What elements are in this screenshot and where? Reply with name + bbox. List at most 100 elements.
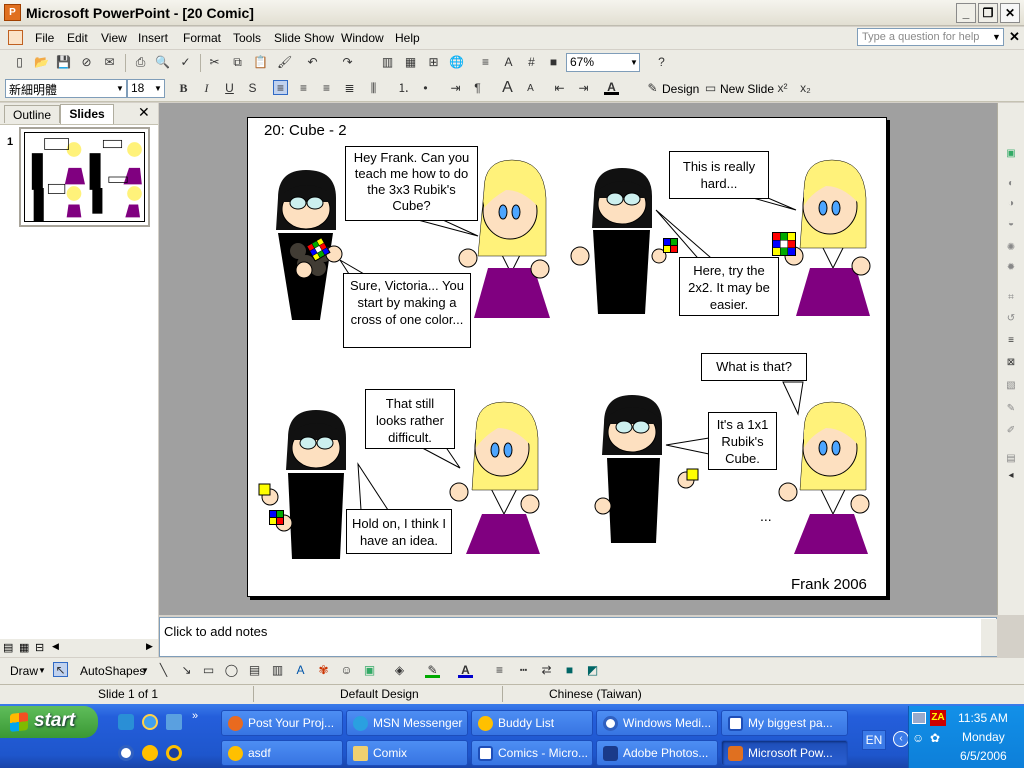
bold-icon[interactable]: B xyxy=(176,81,191,96)
language-indicator[interactable]: EN xyxy=(862,730,886,750)
fill-color-icon[interactable]: ◈ xyxy=(392,663,407,678)
media-player-icon[interactable] xyxy=(118,745,134,761)
task-button-active[interactable]: Microsoft Pow... xyxy=(721,740,848,766)
tab-slides[interactable]: Slides xyxy=(60,104,114,124)
print-icon[interactable]: ⎙ xyxy=(133,55,148,70)
task-button[interactable]: Comics - Micro... xyxy=(471,740,593,766)
close-pane-icon[interactable]: ✕ xyxy=(138,104,150,121)
menu-help[interactable]: Help xyxy=(390,30,425,46)
font-dropdown-icon[interactable]: ▼ xyxy=(115,80,125,97)
hyperlink-icon[interactable]: 🌐 xyxy=(449,55,464,70)
line-style-icon[interactable]: ≡ xyxy=(1003,335,1019,349)
increase-font-icon[interactable]: A xyxy=(500,80,515,96)
quick-launch-more-icon[interactable]: » xyxy=(192,710,198,722)
speech-bubble[interactable]: This is really hard... xyxy=(669,151,769,199)
task-button[interactable]: asdf xyxy=(221,740,343,766)
crop-tool-icon[interactable]: ⌗ xyxy=(1003,292,1019,306)
font-color-icon[interactable]: A xyxy=(604,80,619,95)
color-grayscale-icon[interactable]: ■ xyxy=(546,55,561,70)
justify-icon[interactable]: ≣ xyxy=(342,81,357,96)
format-painter-icon[interactable]: 🖌 xyxy=(277,55,292,70)
expand-all-icon[interactable]: ≡ xyxy=(478,55,493,70)
normal-view-icon[interactable]: ▤ xyxy=(3,641,13,654)
align-center-icon[interactable]: ≡ xyxy=(296,81,311,96)
document-close-icon[interactable]: ✕ xyxy=(1009,29,1020,45)
numbering-icon[interactable]: ⒈ xyxy=(396,81,411,96)
slide-show-icon[interactable]: ⊟ xyxy=(35,641,44,654)
line-style-draw-icon[interactable]: ≡ xyxy=(492,663,507,678)
clock-day[interactable]: Monday xyxy=(962,730,1005,744)
distribute-icon[interactable]: ⫼ xyxy=(366,81,381,96)
buddy-icon[interactable] xyxy=(166,745,182,761)
dash-style-icon[interactable]: ┅ xyxy=(516,663,531,678)
show-desktop-icon[interactable] xyxy=(118,714,134,730)
vertical-text-box-icon[interactable]: ▥ xyxy=(270,663,285,678)
new-icon[interactable]: ▯ xyxy=(12,55,27,70)
text-direction-icon[interactable]: ⇥ xyxy=(448,81,463,96)
picture-icon[interactable]: ▣ xyxy=(1003,148,1019,162)
diagram-icon[interactable]: ✾ xyxy=(316,663,331,678)
zoom-dropdown-icon[interactable]: ▼ xyxy=(629,54,639,71)
task-button[interactable]: Windows Medi... xyxy=(596,710,718,736)
autoshapes-menu-button[interactable]: AutoShapes xyxy=(80,664,145,678)
task-button[interactable]: Comix xyxy=(346,740,468,766)
email-icon[interactable]: ✉ xyxy=(102,55,117,70)
speech-bubble[interactable]: Here, try the 2x2. It may be easier. xyxy=(679,257,779,316)
speech-bubble[interactable]: That still looks rather difficult. xyxy=(365,389,455,449)
recolor-icon[interactable]: ▧ xyxy=(1003,380,1019,394)
menu-tools[interactable]: Tools xyxy=(228,30,266,46)
new-slide-button[interactable]: New Slide xyxy=(720,82,774,96)
cut-icon[interactable]: ✂ xyxy=(207,55,222,70)
wordart-icon[interactable]: A xyxy=(293,663,308,678)
close-button[interactable]: ✕ xyxy=(1000,3,1020,23)
task-button[interactable]: Adobe Photos... xyxy=(596,740,718,766)
more-contrast-icon[interactable]: ◒ xyxy=(1003,218,1019,232)
draw-dropdown-icon[interactable]: ▼ xyxy=(38,666,46,675)
messenger-tray-icon[interactable]: ☺ xyxy=(912,731,924,745)
show-formatting-icon[interactable]: A xyxy=(501,55,516,70)
bullets-icon[interactable]: • xyxy=(418,81,433,96)
powerpoint-app-icon[interactable]: P xyxy=(4,4,21,21)
design-icon[interactable]: ✎ xyxy=(645,81,660,96)
superscript-icon[interactable]: x² xyxy=(775,81,790,96)
clock-date[interactable]: 6/5/2006 xyxy=(960,749,1007,763)
oval-icon[interactable]: ◯ xyxy=(224,663,239,678)
draw-menu-button[interactable]: Draw xyxy=(10,664,38,678)
text-box-icon[interactable]: ▤ xyxy=(247,663,262,678)
font-size-dropdown-icon[interactable]: ▼ xyxy=(153,80,163,97)
help-icon[interactable]: ? xyxy=(654,55,669,70)
select-pointer-icon[interactable]: ↖ xyxy=(53,662,68,677)
arrow-icon[interactable]: ↘ xyxy=(179,663,194,678)
speech-bubble[interactable]: It's a 1x1 Rubik's Cube. xyxy=(708,412,777,470)
menu-slide-show[interactable]: Slide Show xyxy=(269,30,339,46)
chevron-left-icon[interactable]: ◂ xyxy=(1003,470,1019,484)
slide-sorter-icon[interactable]: ▦ xyxy=(19,641,29,654)
scroll-left-icon[interactable]: ◀ xyxy=(52,641,59,652)
brightness-icon[interactable]: ✺ xyxy=(1003,242,1019,256)
network-icon[interactable] xyxy=(912,712,926,724)
tray-app-icon[interactable]: ✿ xyxy=(930,731,940,745)
increase-indent-icon[interactable]: ⇥ xyxy=(576,81,591,96)
print-preview-icon[interactable]: 🔍 xyxy=(155,55,170,70)
format-picture-icon[interactable]: ✎ xyxy=(1003,403,1019,417)
notes-scrollbar[interactable] xyxy=(981,619,997,656)
slide-footer[interactable]: Frank 2006 xyxy=(791,576,867,593)
quick-launch-icon[interactable] xyxy=(166,714,182,730)
shadow-style-icon[interactable]: ■ xyxy=(562,663,577,678)
undo-icon[interactable]: ↶ xyxy=(305,55,320,70)
redo-icon[interactable]: ↷ xyxy=(340,55,355,70)
font-select[interactable]: 新細明體 xyxy=(5,79,127,98)
menu-format[interactable]: Format xyxy=(178,30,226,46)
task-button[interactable]: Buddy List xyxy=(471,710,593,736)
insert-chart-icon[interactable]: ▥ xyxy=(380,55,395,70)
menu-view[interactable]: View xyxy=(96,30,132,46)
task-button[interactable]: Post Your Proj... xyxy=(221,710,343,736)
speech-bubble[interactable]: What is that? xyxy=(701,353,807,381)
menu-window[interactable]: Window xyxy=(336,30,389,46)
insert-table-icon[interactable]: ▦ xyxy=(403,55,418,70)
align-right-icon[interactable]: ≡ xyxy=(319,81,334,96)
menu-edit[interactable]: Edit xyxy=(62,30,93,46)
task-button[interactable]: MSN Messenger xyxy=(346,710,468,736)
zonealarm-icon[interactable]: ZA xyxy=(930,710,946,726)
new-slide-icon[interactable]: ▭ xyxy=(703,81,718,96)
